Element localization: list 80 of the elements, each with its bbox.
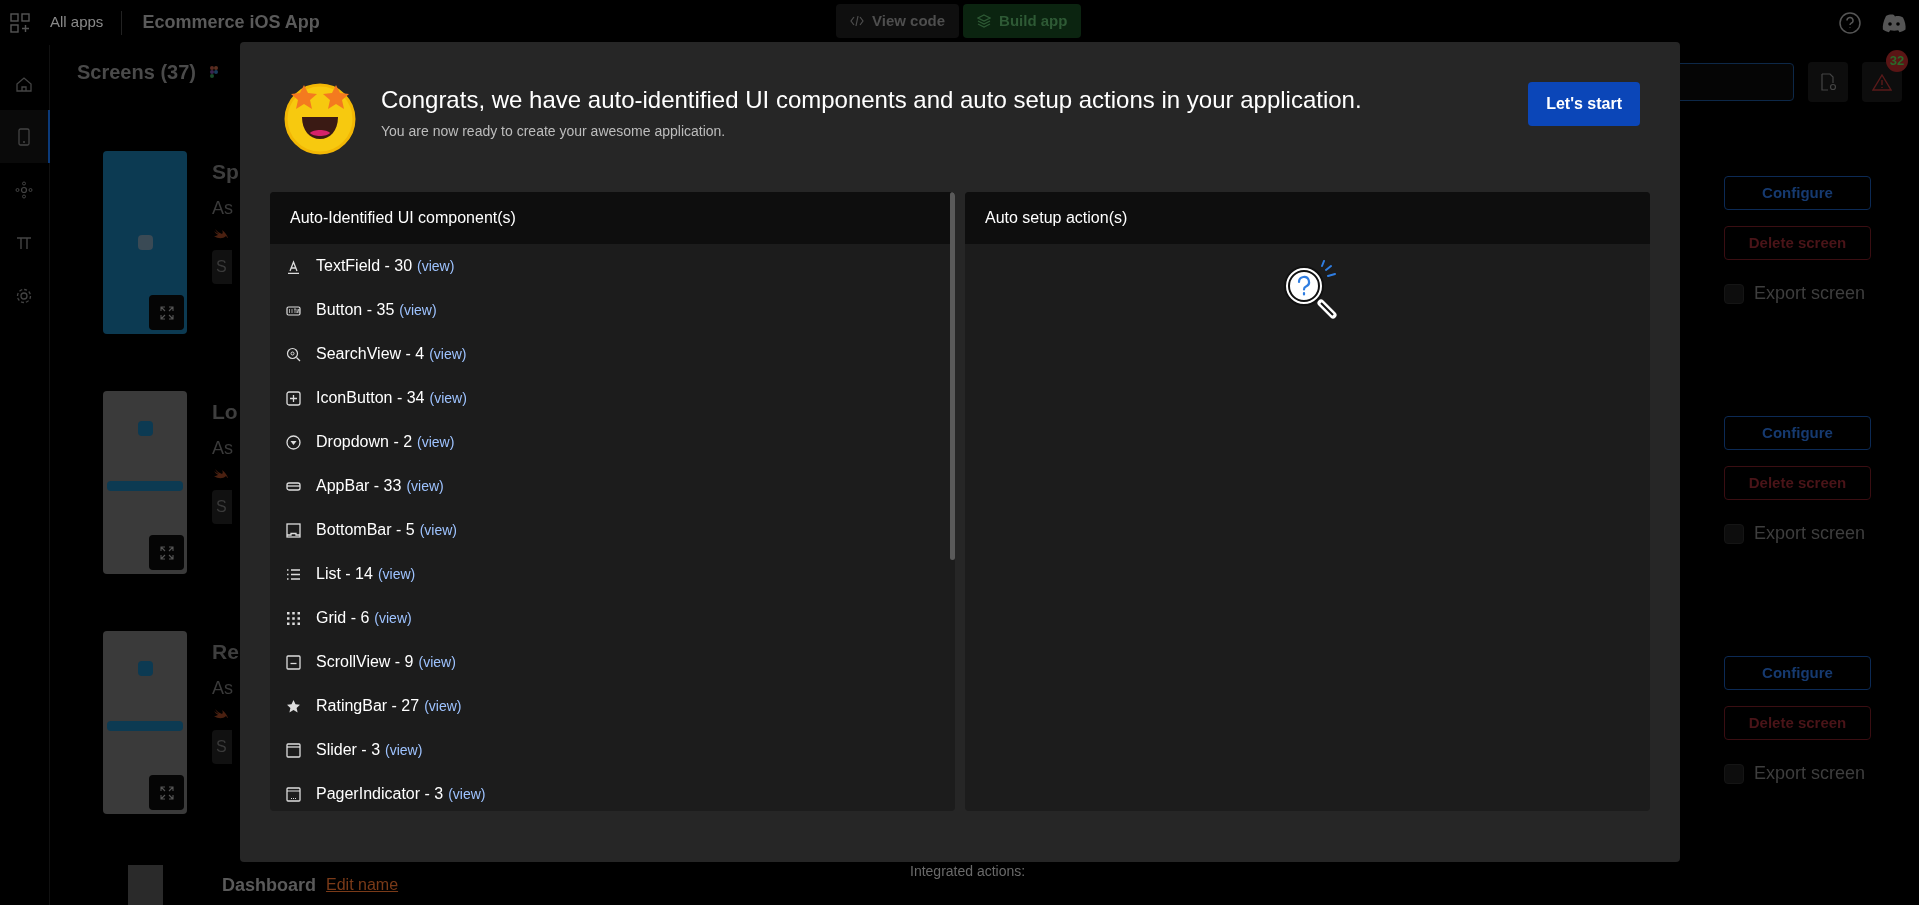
search-icon bbox=[285, 346, 301, 362]
screen-name: Re bbox=[212, 639, 239, 665]
document-gear-icon bbox=[1819, 73, 1837, 91]
view-link[interactable]: (view) bbox=[418, 651, 456, 673]
component-label: ScrollView - 9 bbox=[316, 652, 414, 672]
list-icon bbox=[285, 566, 301, 582]
window-icon bbox=[285, 742, 301, 758]
layers-icon bbox=[977, 14, 992, 28]
component-label: Slider - 3 bbox=[316, 740, 381, 760]
expand-icon bbox=[159, 785, 174, 800]
view-link[interactable]: (view) bbox=[385, 739, 423, 761]
component-label: IconButton - 34 bbox=[316, 388, 425, 408]
star-icon bbox=[285, 698, 301, 714]
expand-button[interactable] bbox=[149, 535, 184, 570]
controller-face-icon[interactable] bbox=[1881, 12, 1907, 33]
scrollbar-thumb[interactable] bbox=[950, 192, 955, 560]
app-title: Ecommerce iOS App bbox=[142, 11, 320, 34]
component-label: BottomBar - 5 bbox=[316, 520, 415, 540]
text-field-icon bbox=[285, 258, 301, 274]
screen-name: Lo bbox=[212, 399, 238, 425]
swift-logo-icon bbox=[212, 466, 228, 480]
component-label: AppBar - 33 bbox=[316, 476, 402, 496]
component-label: SearchView - 4 bbox=[316, 344, 425, 364]
view-link[interactable]: (view) bbox=[419, 519, 458, 541]
swift-logo-icon bbox=[212, 706, 228, 720]
screen-subtitle: As bbox=[212, 437, 234, 460]
export-screen-label: Export screen bbox=[1754, 522, 1866, 545]
component-label: List - 14 bbox=[316, 564, 373, 584]
modal-subtitle: You are now ready to create your awesome application. bbox=[381, 122, 727, 141]
expand-button[interactable] bbox=[149, 295, 184, 330]
component-label: Grid - 6 bbox=[316, 608, 370, 628]
screen-name: Sp bbox=[212, 159, 239, 185]
view-link[interactable]: (view) bbox=[417, 255, 455, 277]
app-grid-icon[interactable] bbox=[10, 12, 30, 33]
help-icon[interactable] bbox=[1839, 11, 1861, 34]
screen-name: Dashboard bbox=[222, 873, 317, 897]
screen-subtitle: As bbox=[212, 677, 234, 700]
expand-icon bbox=[159, 545, 174, 560]
view-link[interactable]: (view) bbox=[374, 607, 412, 629]
component-label: Dropdown - 2 bbox=[316, 432, 413, 452]
expand-icon bbox=[159, 305, 174, 320]
screen-thumbnail bbox=[128, 865, 163, 905]
view-link[interactable]: (view) bbox=[448, 783, 486, 805]
sidebar-item[interactable] bbox=[0, 110, 50, 163]
view-link[interactable]: (view) bbox=[417, 431, 455, 453]
dropdown-circle-icon bbox=[285, 434, 301, 450]
view-link[interactable]: (view) bbox=[429, 343, 467, 365]
screen-settings-button[interactable] bbox=[1808, 62, 1848, 102]
phone-icon bbox=[15, 127, 33, 146]
component-label: PagerIndicator - 3 bbox=[316, 784, 444, 804]
component-label: Button - 35 bbox=[316, 300, 395, 320]
modal-title: Congrats, we have auto-identified UI components and auto setup actions in your application. bbox=[381, 85, 1363, 115]
view-link[interactable]: (view) bbox=[377, 563, 416, 585]
grid-dots-icon bbox=[285, 610, 301, 626]
component-label: RatingBar - 27 bbox=[316, 696, 420, 716]
panel-title: Auto setup action(s) bbox=[965, 192, 1650, 244]
screens-title: Screens (37) bbox=[77, 60, 196, 85]
swift-logo-icon bbox=[212, 226, 228, 240]
code-icon bbox=[850, 14, 864, 28]
component-label: TextField - 30 bbox=[316, 256, 413, 276]
view-link[interactable]: (view) bbox=[399, 299, 437, 321]
lets-start-button[interactable]: Let's start bbox=[1528, 82, 1640, 126]
view-link[interactable]: (view) bbox=[429, 387, 467, 409]
nodes-icon bbox=[15, 180, 33, 199]
bottom-bar-icon bbox=[285, 522, 301, 538]
all-apps-link[interactable]: All apps bbox=[50, 11, 104, 34]
screen-subtitle: As bbox=[212, 197, 234, 220]
settings-icon bbox=[15, 286, 33, 305]
integrated-actions-label: Integrated actions: bbox=[910, 862, 1026, 881]
view-link[interactable]: (view) bbox=[424, 695, 462, 717]
export-screen-label: Export screen bbox=[1754, 762, 1866, 785]
scroll-view-icon bbox=[285, 654, 301, 670]
figma-logo-icon bbox=[209, 66, 218, 78]
expand-button[interactable] bbox=[149, 775, 184, 810]
view-link[interactable]: (view) bbox=[406, 475, 444, 497]
pager-window-icon bbox=[285, 786, 301, 802]
alert-count-badge: 32 bbox=[1886, 50, 1908, 72]
export-screen-label: Export screen bbox=[1754, 282, 1866, 305]
plus-square-icon bbox=[285, 390, 301, 406]
warning-icon bbox=[1872, 73, 1892, 91]
